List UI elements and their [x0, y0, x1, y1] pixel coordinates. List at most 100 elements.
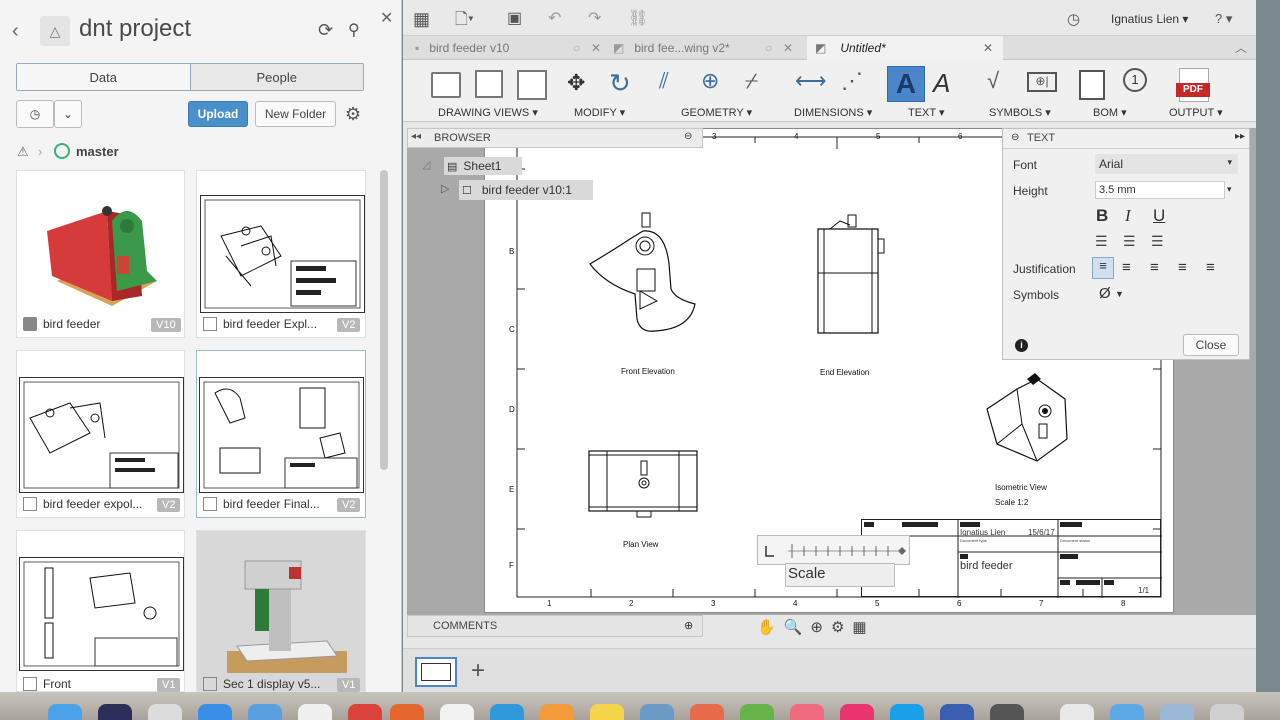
- align-justify-icon[interactable]: ≡: [1178, 259, 1187, 276]
- save-icon[interactable]: ▣: [507, 8, 522, 28]
- close-icon[interactable]: ✕: [983, 41, 993, 55]
- output-menu[interactable]: OUTPUT ▾: [1169, 106, 1223, 119]
- leader-text-icon[interactable]: A: [933, 68, 950, 99]
- close-button[interactable]: Close: [1183, 334, 1239, 356]
- new-folder-button[interactable]: New Folder: [255, 101, 336, 127]
- sheet-thumbnail[interactable]: [415, 657, 457, 687]
- base-view-icon[interactable]: [431, 72, 461, 98]
- breadcrumb[interactable]: master: [76, 144, 119, 159]
- add-sheet-icon[interactable]: +: [471, 657, 485, 685]
- app-icon[interactable]: [148, 704, 182, 720]
- app-store-icon[interactable]: [890, 704, 924, 720]
- geometry-menu[interactable]: GEOMETRY ▾: [681, 106, 752, 119]
- rotate-icon[interactable]: ↻: [609, 68, 631, 99]
- centerline-icon[interactable]: ⫽: [659, 68, 669, 94]
- bom-menu[interactable]: BOM ▾: [1093, 106, 1127, 119]
- grid-settings-icon[interactable]: ⚙: [831, 618, 844, 636]
- browser-sheet-item[interactable]: ▤ Sheet1: [444, 157, 522, 175]
- hub-icon[interactable]: ⚠: [17, 144, 29, 160]
- numbered-list-icon[interactable]: ☰: [1123, 233, 1136, 250]
- music-icon[interactable]: [840, 704, 874, 720]
- add-comment-icon[interactable]: ⊕: [684, 619, 693, 632]
- minus-icon[interactable]: ⊖: [684, 131, 692, 142]
- dimension-icon[interactable]: ⟷: [795, 68, 827, 94]
- align-right-icon[interactable]: ≡: [1150, 259, 1159, 276]
- height-input[interactable]: 3.5 mm: [1095, 181, 1225, 199]
- close-icon[interactable]: ✕: [380, 8, 393, 28]
- tab-untitled[interactable]: ◩ Untitled* ✕: [807, 36, 1003, 60]
- tab-bird-feeder[interactable]: ▪ bird feeder v10 ○ ✕: [411, 36, 601, 60]
- notes-icon[interactable]: [590, 704, 624, 720]
- collapse-icon[interactable]: ◂◂: [411, 131, 421, 142]
- chevron-up-icon[interactable]: ︿: [1235, 39, 1247, 56]
- launchpad-icon[interactable]: [98, 704, 132, 720]
- file-menu-icon[interactable]: 🗋▾: [455, 8, 474, 35]
- info-icon[interactable]: i: [1015, 339, 1028, 352]
- file-card[interactable]: Front V1: [16, 530, 185, 692]
- app-icon[interactable]: [940, 704, 974, 720]
- bullet-list-icon[interactable]: ☰: [1095, 233, 1108, 250]
- collapse-triangle-icon[interactable]: ◿: [422, 158, 430, 171]
- minus-icon[interactable]: ⊖: [1011, 132, 1019, 143]
- document-icon[interactable]: [1060, 704, 1094, 720]
- clock-icon[interactable]: ◷: [1067, 10, 1080, 28]
- file-card[interactable]: bird feeder V10: [16, 170, 185, 338]
- lettered-list-icon[interactable]: ☰: [1151, 233, 1164, 250]
- photos-icon[interactable]: [540, 704, 574, 720]
- ordinate-icon[interactable]: ⋰: [841, 68, 863, 94]
- calendar-icon[interactable]: [298, 704, 332, 720]
- file-card[interactable]: bird feeder expol... V2: [16, 350, 185, 518]
- close-icon[interactable]: ✕: [783, 41, 793, 55]
- section-view-icon[interactable]: [517, 70, 547, 100]
- browser-component-item[interactable]: ☐ bird feeder v10:1: [459, 180, 593, 200]
- diameter-symbol[interactable]: Ø: [1099, 285, 1111, 302]
- align-center-icon[interactable]: ≡: [1122, 259, 1131, 276]
- pdf-icon[interactable]: PDF: [1176, 68, 1210, 102]
- trash-icon[interactable]: [1210, 704, 1244, 720]
- app-icon[interactable]: [440, 704, 474, 720]
- display-icon[interactable]: ▦: [852, 618, 866, 636]
- feature-control-frame-icon[interactable]: ⊕|: [1027, 72, 1057, 92]
- chevron-down-icon[interactable]: ▾: [1227, 184, 1232, 195]
- symbols-menu[interactable]: SYMBOLS ▾: [989, 106, 1051, 119]
- align-distribute-icon[interactable]: ≡: [1206, 259, 1215, 276]
- file-card[interactable]: Sec 1 display v5... V1: [196, 530, 366, 692]
- safari-icon[interactable]: [198, 704, 232, 720]
- bold-button[interactable]: B: [1096, 206, 1108, 226]
- dimensions-menu[interactable]: DIMENSIONS ▾: [794, 106, 872, 119]
- user-menu[interactable]: Ignatius Lien ▾: [1111, 12, 1188, 26]
- grid-menu-icon[interactable]: ▦: [413, 9, 430, 30]
- surface-texture-icon[interactable]: √: [987, 68, 999, 94]
- zoom-icon[interactable]: ⊕: [810, 618, 823, 636]
- edge-extension-icon[interactable]: ⌿: [745, 68, 758, 94]
- text-icon[interactable]: A: [887, 66, 925, 102]
- tab-data[interactable]: Data: [17, 64, 191, 90]
- upload-button[interactable]: Upload: [188, 101, 248, 127]
- move-icon[interactable]: ✥: [567, 70, 585, 96]
- finder-icon[interactable]: [48, 704, 82, 720]
- app-icon[interactable]: [348, 704, 382, 720]
- projected-view-icon[interactable]: [475, 70, 503, 98]
- zoom-window-icon[interactable]: 🔍: [784, 618, 803, 636]
- underline-button[interactable]: U: [1153, 206, 1165, 226]
- history-icon[interactable]: ◷: [16, 100, 54, 128]
- app-icon[interactable]: [740, 704, 774, 720]
- app-icon[interactable]: [790, 704, 824, 720]
- undo-icon[interactable]: ↶: [548, 8, 561, 28]
- close-icon[interactable]: ✕: [591, 41, 601, 55]
- modify-menu[interactable]: MODIFY ▾: [574, 106, 625, 119]
- font-select[interactable]: Arial ▾: [1095, 154, 1238, 174]
- expand-triangle-icon[interactable]: ▷: [441, 182, 449, 195]
- tab-people[interactable]: People: [190, 64, 363, 90]
- gear-icon[interactable]: ⚙: [345, 104, 361, 125]
- settings-icon[interactable]: [990, 704, 1024, 720]
- app-icon[interactable]: [490, 704, 524, 720]
- refresh-icon[interactable]: ⟳: [318, 20, 333, 41]
- file-card[interactable]: bird feeder Final... V2: [196, 350, 366, 518]
- search-icon[interactable]: ⚲: [348, 20, 360, 40]
- redo-icon[interactable]: ↷: [588, 8, 601, 28]
- italic-button[interactable]: I: [1125, 206, 1131, 226]
- chevron-down-icon[interactable]: ⌄: [54, 100, 82, 128]
- tab-bird-feeder-drawing[interactable]: ◩ bird fee...wing v2* ○ ✕: [609, 36, 799, 60]
- fusion-icon[interactable]: [390, 704, 424, 720]
